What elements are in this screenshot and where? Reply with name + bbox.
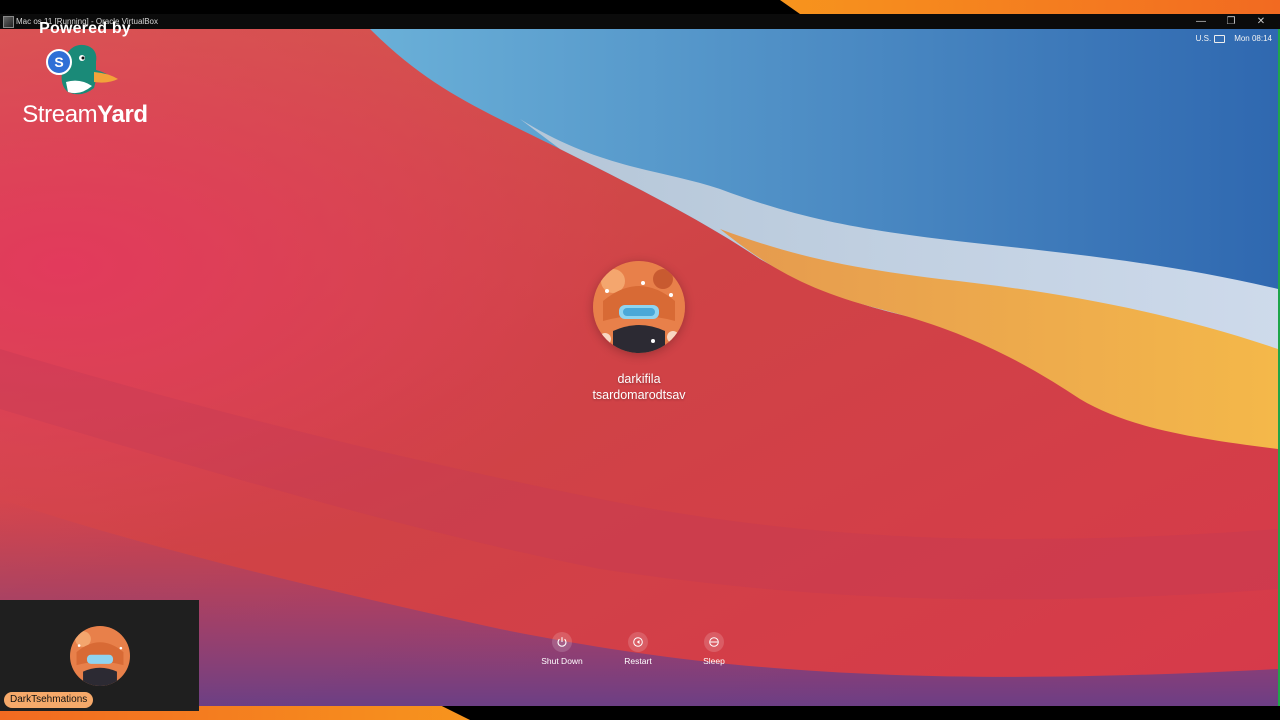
restart-icon [628,632,648,652]
power-icon [552,632,572,652]
minimize-button[interactable]: — [1186,14,1216,29]
avatar-artwork [593,261,685,353]
menu-bar-status: U.S. Mon 08:14 [1196,32,1272,46]
user-avatar[interactable] [593,261,685,353]
user-name-line-2: tsardomarodtsav [592,388,686,402]
sleep-icon [704,632,724,652]
keyboard-icon [1214,34,1226,43]
camera-avatar-artwork [70,626,130,686]
virtualbox-title-bar[interactable]: Mac os 11 [Running] - Oracle VirtualBox … [0,14,1280,29]
streamyard-watermark: Powered by S StreamYard [10,18,160,133]
shut-down-button[interactable]: Shut Down [524,632,600,666]
streamyard-badge-letter: S [54,54,63,70]
camera-avatar [70,626,130,686]
sleep-label: Sleep [703,656,725,666]
restart-button[interactable]: Restart [600,632,676,666]
streamyard-duck-logo: S [46,44,118,95]
user-name-line-1: darkifila [617,372,661,386]
close-button[interactable]: ✕ [1246,14,1276,29]
streamyard-wordmark: StreamYard [22,101,148,128]
maximize-button[interactable]: ❐ [1216,14,1246,29]
camera-name-badge: DarkTsehmations [4,692,94,708]
camera-tile: DarkTsehmations [0,600,199,711]
user-name[interactable]: darkifila tsardomarodtsav [540,371,738,403]
clock: Mon 08:14 [1234,34,1272,43]
keyboard-layout-indicator[interactable]: U.S. [1196,32,1226,46]
powered-by-text: Powered by [39,20,131,37]
stream-frame-accent-top [780,0,1280,14]
restart-label: Restart [624,656,652,666]
sleep-button[interactable]: Sleep [676,632,752,666]
shut-down-label: Shut Down [541,656,583,666]
